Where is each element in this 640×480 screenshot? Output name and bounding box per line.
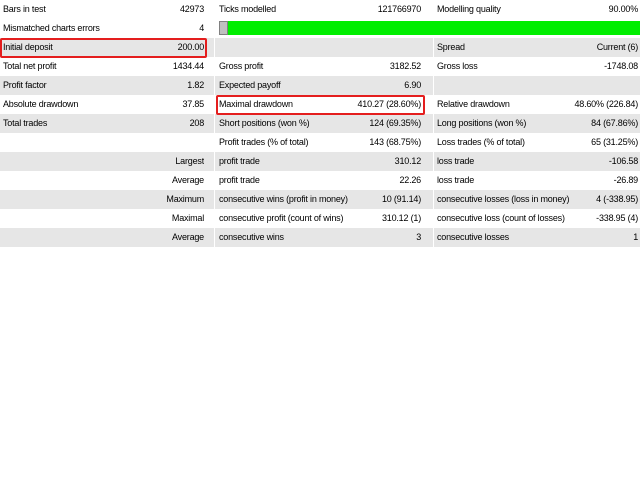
- row-bars-ticks-quality: Bars in test 42973 Ticks modelled 121766…: [0, 0, 640, 19]
- total-net-profit-value: 1434.44: [172, 61, 204, 71]
- largest-profit-trade-value: 310.12: [394, 156, 421, 166]
- row-maximal: Maximal consecutive profit (count of win…: [0, 209, 640, 228]
- column-separator: [214, 76, 215, 95]
- column-separator: [433, 114, 434, 133]
- absolute-drawdown-value: 37.85: [182, 99, 204, 109]
- mismatched-errors-value: 4: [199, 23, 204, 33]
- column-separator: [433, 228, 434, 247]
- row-net-gross: Total net profit 1434.44 Gross profit 31…: [0, 57, 640, 76]
- row-average-consecutive: Average consecutive wins 3 consecutive l…: [0, 228, 640, 247]
- row-trades-positions: Total trades 208 Short positions (won %)…: [0, 114, 640, 133]
- modelling-quality-bar-unfilled: [219, 21, 228, 35]
- row-profit-loss-trades: Profit trades (% of total) 143 (68.75%) …: [0, 133, 640, 152]
- column-separator: [433, 38, 434, 57]
- ticks-modelled-value: 121766970: [377, 4, 421, 14]
- gross-loss-value: -1748.08: [604, 61, 638, 71]
- short-positions-value: 124 (69.35%): [369, 118, 421, 128]
- average-profit-trade-value: 22.26: [399, 175, 421, 185]
- row-deposit-spread: Initial deposit 200.00 Spread Current (6…: [0, 38, 640, 57]
- expected-payoff-value: 6.90: [404, 80, 421, 90]
- bars-in-test-label: Bars in test: [3, 4, 46, 14]
- average-consecutive-losses-value: 1: [633, 232, 638, 242]
- maximal-label: Maximal: [171, 213, 204, 223]
- largest-loss-trade-value: -106.58: [608, 156, 638, 166]
- row-average: Average profit trade 22.26 loss trade -2…: [0, 171, 640, 190]
- loss-trades-value: 65 (31.25%): [591, 137, 638, 147]
- column-separator: [214, 190, 215, 209]
- max-consecutive-losses-value: 4 (-338.95): [596, 194, 638, 204]
- max-consecutive-wins-value: 10 (91.14): [381, 194, 421, 204]
- total-trades-label: Total trades: [3, 118, 48, 128]
- average-label: Average: [172, 175, 204, 185]
- row-profit-factor: Profit factor 1.82 Expected payoff 6.90: [0, 76, 640, 95]
- maximal-drawdown-value: 410.27 (28.60%): [357, 99, 421, 109]
- column-separator: [214, 152, 215, 171]
- modelling-quality-value: 90.00%: [608, 4, 638, 14]
- maximum-label: Maximum: [166, 194, 204, 204]
- row-drawdowns: Absolute drawdown 37.85 Maximal drawdown…: [0, 95, 640, 114]
- average-loss-trade-value: -26.89: [613, 175, 638, 185]
- absolute-drawdown-label: Absolute drawdown: [3, 99, 79, 109]
- spread-value: Current (6): [596, 42, 638, 52]
- relative-drawdown-value: 48.60% (226.84): [574, 99, 638, 109]
- mismatched-errors-label: Mismatched charts errors: [3, 23, 100, 33]
- profit-trades-value: 143 (68.75%): [369, 137, 421, 147]
- initial-deposit-label: Initial deposit: [3, 42, 53, 52]
- long-positions-value: 84 (67.86%): [591, 118, 638, 128]
- strategy-tester-report: Bars in test 42973 Ticks modelled 121766…: [0, 0, 640, 247]
- column-separator: [433, 76, 434, 95]
- column-separator: [433, 152, 434, 171]
- maximal-consecutive-profit-value: 310.12 (1): [381, 213, 421, 223]
- total-trades-value: 208: [189, 118, 204, 128]
- column-separator: [214, 114, 215, 133]
- bars-in-test-value: 42973: [179, 4, 204, 14]
- column-separator: [214, 38, 215, 57]
- profit-factor-label: Profit factor: [3, 80, 47, 90]
- largest-label: Largest: [175, 156, 204, 166]
- gross-profit-value: 3182.52: [389, 61, 421, 71]
- column-separator: [433, 190, 434, 209]
- column-separator: [214, 228, 215, 247]
- row-mismatched-errors: Mismatched charts errors 4: [0, 19, 640, 38]
- modelling-quality-bar: [219, 21, 640, 35]
- row-largest: Largest profit trade 310.12 loss trade -…: [0, 152, 640, 171]
- average-consecutive-wins-value: 3: [416, 232, 421, 242]
- maximal-consecutive-loss-value: -338.95 (4): [596, 213, 638, 223]
- initial-deposit-value: 200.00: [177, 42, 204, 52]
- total-net-profit-label: Total net profit: [3, 61, 57, 71]
- profit-factor-value: 1.82: [187, 80, 204, 90]
- row-maximum: Maximum consecutive wins (profit in mone…: [0, 190, 640, 209]
- average-consecutive-label: Average: [172, 232, 204, 242]
